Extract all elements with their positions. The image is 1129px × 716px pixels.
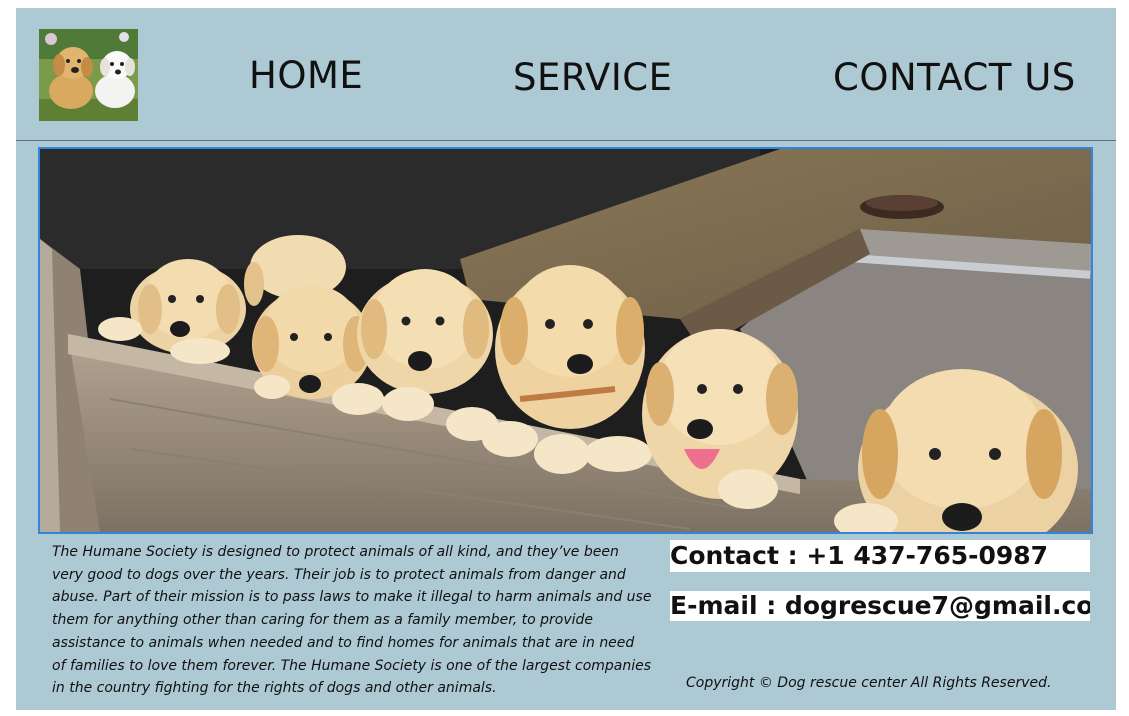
nav-home-link[interactable]: HOME — [249, 54, 363, 97]
logo-image[interactable] — [39, 29, 138, 121]
contact-phone[interactable]: Contact : +1 437-765-0987 — [670, 540, 1090, 572]
site-header: HOME SERVICE CONTACT US — [16, 8, 1116, 141]
hero-image — [38, 147, 1093, 534]
copyright-text: Copyright © Dog rescue center All Rights… — [686, 675, 1052, 691]
contact-email[interactable]: E-mail : dogrescue7@gmail.com — [670, 591, 1090, 621]
page-container: HOME SERVICE CONTACT US The Humane Socie… — [16, 8, 1116, 710]
puppies-logo-icon — [39, 29, 138, 121]
nav-contact-link[interactable]: CONTACT US — [833, 56, 1076, 99]
puppies-photo-icon — [40, 149, 1091, 532]
nav-service-link[interactable]: SERVICE — [513, 56, 673, 99]
about-paragraph: The Humane Society is designed to protec… — [52, 544, 652, 697]
